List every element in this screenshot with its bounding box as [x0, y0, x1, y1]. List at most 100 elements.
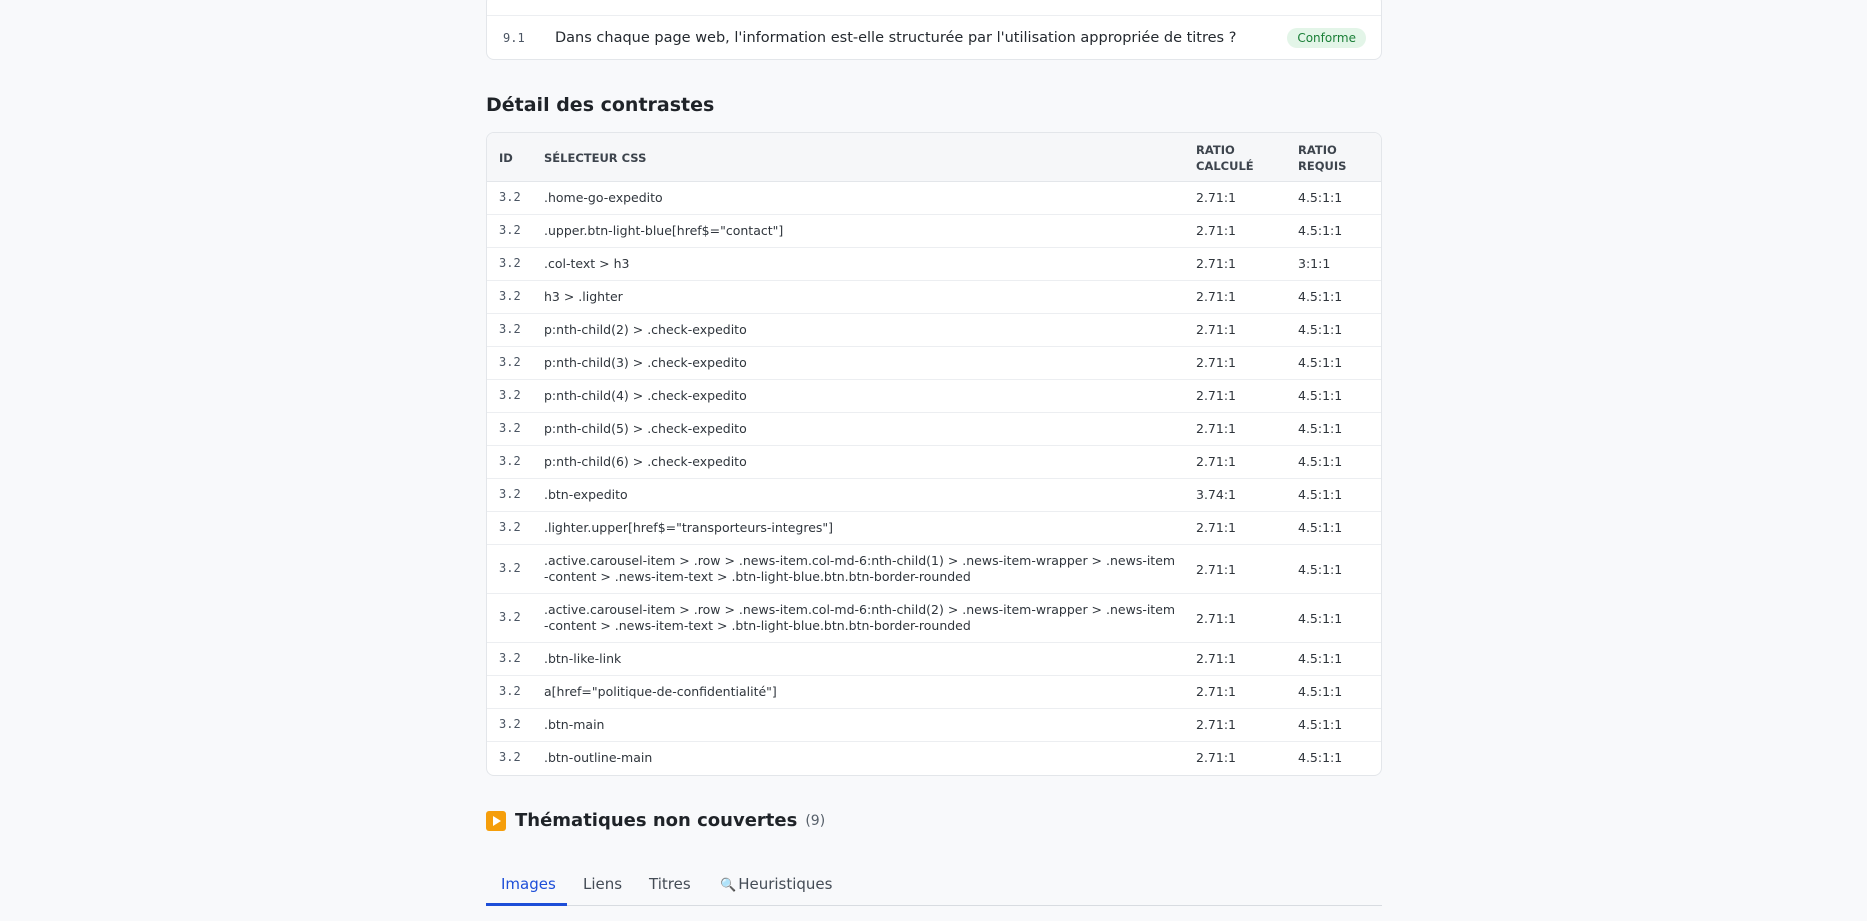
row-required-ratio: 4.5:1:1: [1298, 750, 1343, 765]
row-calc-ratio: 2.71:1: [1196, 717, 1236, 732]
row-required-ratio: 4.5:1:1: [1298, 520, 1343, 535]
tab-heuristiques[interactable]: 🔍 Heuristiques: [720, 875, 832, 893]
row-required-ratio: 3:1:1: [1298, 256, 1331, 271]
header-required-ratio: RATIO REQUIS: [1298, 143, 1347, 173]
row-id: 3.2: [499, 487, 521, 501]
row-calc-ratio: 2.71:1: [1196, 454, 1236, 469]
table-body: 3.2 .home-go-expedito 2.71:1 4.5:1:1 3.2 .upp…: [487, 182, 1381, 775]
table-row: 3.2 p:nth-child(6) > .check-expedito 2.71:…: [487, 446, 1381, 479]
row-id: 3.2: [499, 750, 521, 764]
tab-images[interactable]: Images: [501, 875, 556, 893]
criteria-row[interactable]: 9.1 Dans chaque page web, l'information …: [487, 16, 1381, 60]
row-required-ratio: 4.5:1:1: [1298, 611, 1343, 626]
row-calc-ratio: 2.71:1: [1196, 223, 1236, 238]
row-selector: .home-go-expedito: [544, 190, 663, 205]
row-selector: .btn-outline-main: [544, 750, 653, 765]
row-selector: .btn-like-link: [544, 651, 622, 666]
table-row: 3.2 h3 > .lighter 2.71:1 4.5:1:1: [487, 281, 1381, 314]
contrast-table: ID SÉLECTEUR CSS RATIO CALCULÉ RATIO REQ…: [486, 132, 1382, 776]
criteria-text: Dans chaque page web, l'information est-…: [555, 30, 1237, 46]
row-id: 3.2: [499, 355, 521, 369]
row-selector: .col-text > h3: [544, 256, 630, 271]
row-id: 3.2: [499, 421, 521, 435]
row-selector: p:nth-child(5) > .check-expedito: [544, 421, 747, 436]
table-row: 3.2 .lighter.upper[href$="transporteurs-i…: [487, 512, 1381, 545]
table-row: 3.2 p:nth-child(3) > .check-expedito 2.71:…: [487, 347, 1381, 380]
row-id: 3.2: [499, 454, 521, 468]
table-row: 3.2 p:nth-child(2) > .check-expedito 2.71:…: [487, 314, 1381, 347]
row-calc-ratio: 2.71:1: [1196, 256, 1236, 271]
row-selector: .upper.btn-light-blue[href$="contact"]: [544, 223, 784, 238]
table-row: 3.2 .btn-expedito 3.74:1 4.5:1:1: [487, 479, 1381, 512]
table-row: 3.2 p:nth-child(4) > .check-expedito 2.71:…: [487, 380, 1381, 413]
criteria-id: 9.1: [503, 31, 525, 45]
row-calc-ratio: 3.74:1: [1196, 487, 1236, 502]
row-id: 3.2: [499, 651, 521, 665]
status-badge: Conforme: [1287, 28, 1366, 48]
row-selector: p:nth-child(6) > .check-expedito: [544, 454, 747, 469]
table-row: 3.2 .btn-like-link 2.71:1 4.5:1:1: [487, 643, 1381, 676]
table-row: 3.2 p:nth-child(5) > .check-expedito 2.71:…: [487, 413, 1381, 446]
header-id: ID: [499, 151, 513, 165]
row-id: 3.2: [499, 256, 521, 270]
row-required-ratio: 4.5:1:1: [1298, 717, 1343, 732]
table-row: 3.2 .btn-main 2.71:1 4.5:1:1: [487, 709, 1381, 742]
uncovered-title: Thématiques non couvertes: [515, 810, 798, 831]
criteria-card: 9.1 Dans chaque page web, l'information …: [486, 0, 1382, 60]
row-required-ratio: 4.5:1:1: [1298, 388, 1343, 403]
row-calc-ratio: 2.71:1: [1196, 651, 1236, 666]
row-selector: .lighter.upper[href$="transporteurs-inte…: [544, 520, 834, 535]
row-id: 3.2: [499, 322, 521, 336]
row-id: 3.2: [499, 520, 521, 534]
table-header: ID SÉLECTEUR CSS RATIO CALCULÉ RATIO REQ…: [487, 133, 1381, 182]
row-required-ratio: 4.5:1:1: [1298, 190, 1343, 205]
table-row: 3.2 .active.carousel-item > .row > .news-…: [487, 594, 1381, 643]
row-calc-ratio: 2.71:1: [1196, 520, 1236, 535]
row-calc-ratio: 2.71:1: [1196, 322, 1236, 337]
table-row: 3.2 .active.carousel-item > .row > .news-…: [487, 545, 1381, 594]
table-row: 3.2 a[href="politique-de-confidentialité"…: [487, 676, 1381, 709]
tab-liens[interactable]: Liens: [583, 875, 622, 893]
row-id: 3.2: [499, 684, 521, 698]
row-required-ratio: 4.5:1:1: [1298, 421, 1343, 436]
row-selector: p:nth-child(4) > .check-expedito: [544, 388, 747, 403]
header-calc-ratio: RATIO CALCULÉ: [1196, 143, 1254, 173]
row-calc-ratio: 2.71:1: [1196, 750, 1236, 765]
row-required-ratio: 4.5:1:1: [1298, 454, 1343, 469]
row-selector: h3 > .lighter: [544, 289, 623, 304]
row-calc-ratio: 2.71:1: [1196, 684, 1236, 699]
uncovered-count: (9): [805, 812, 826, 829]
play-icon: [486, 810, 506, 831]
header-selector: SÉLECTEUR CSS: [544, 151, 647, 165]
row-id: 3.2: [499, 610, 521, 624]
table-row: 3.2 .home-go-expedito 2.71:1 4.5:1:1: [487, 182, 1381, 215]
row-calc-ratio: 2.71:1: [1196, 355, 1236, 370]
row-id: 3.2: [499, 223, 521, 237]
uncovered-section-header[interactable]: Thématiques non couvertes (9): [486, 810, 825, 831]
row-selector: .btn-expedito: [544, 487, 628, 502]
tab-titres[interactable]: Titres: [649, 875, 691, 893]
row-calc-ratio: 2.71:1: [1196, 190, 1236, 205]
row-required-ratio: 4.5:1:1: [1298, 322, 1343, 337]
row-id: 3.2: [499, 388, 521, 402]
row-selector: .active.carousel-item > .row > .news-ite…: [544, 602, 1176, 633]
row-id: 3.2: [499, 561, 521, 575]
row-id: 3.2: [499, 289, 521, 303]
row-selector: .active.carousel-item > .row > .news-ite…: [544, 553, 1176, 584]
row-required-ratio: 4.5:1:1: [1298, 562, 1343, 577]
tab-heuristiques-label: Heuristiques: [738, 875, 833, 893]
row-selector: p:nth-child(3) > .check-expedito: [544, 355, 747, 370]
table-row: 3.2 .col-text > h3 2.71:1 3:1:1: [487, 248, 1381, 281]
row-calc-ratio: 2.71:1: [1196, 421, 1236, 436]
search-icon: 🔍: [720, 878, 737, 893]
table-row: 3.2 .upper.btn-light-blue[href$="contact"…: [487, 215, 1381, 248]
row-calc-ratio: 2.71:1: [1196, 562, 1236, 577]
active-tab-indicator: [486, 903, 567, 906]
row-required-ratio: 4.5:1:1: [1298, 355, 1343, 370]
row-required-ratio: 4.5:1:1: [1298, 223, 1343, 238]
table-row: 3.2 .btn-outline-main 2.71:1 4.5:1:1: [487, 742, 1381, 775]
row-selector: .btn-main: [544, 717, 605, 732]
contrast-section-title: Détail des contrastes: [486, 94, 715, 116]
row-required-ratio: 4.5:1:1: [1298, 487, 1343, 502]
row-selector: a[href="politique-de-confidentialité"]: [544, 684, 777, 699]
